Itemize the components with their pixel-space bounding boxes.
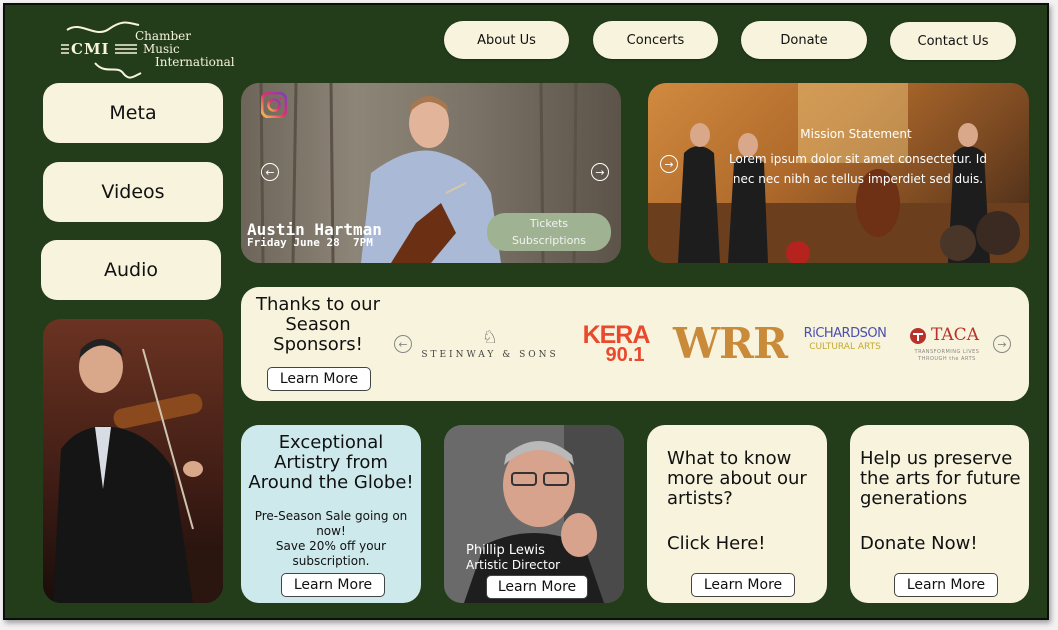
sponsors-learn-more-button[interactable]: Learn More <box>267 367 371 391</box>
logo-line-3: International <box>155 55 235 69</box>
artists-click-here-link[interactable]: Click Here! <box>667 533 766 554</box>
sponsors-heading: Thanks to our Season Sponsors! <box>241 294 395 356</box>
donate-heading: Help us preserve the arts for future gen… <box>860 448 1021 510</box>
promo-card: Exceptional Artistry from Around the Glo… <box>241 425 421 603</box>
director-learn-more-button[interactable]: Learn More <box>486 575 588 599</box>
richardson-text: RiCHARDSON <box>803 326 887 341</box>
violinist-photo <box>43 319 223 603</box>
kera-text: KERA <box>582 321 651 349</box>
violinist-figure-icon <box>43 319 223 603</box>
donate-card: Help us preserve the arts for future gen… <box>850 425 1029 603</box>
promo-discount-text: Save 20% off your subscription. <box>275 539 387 568</box>
cultural-arts-text: CULTURAL ARTS <box>809 341 881 352</box>
artists-card: What to know more about our artists? Cli… <box>647 425 827 603</box>
sponsors-next-arrow-icon[interactable]: → <box>993 335 1011 353</box>
nav-about-button[interactable]: About Us <box>444 21 569 59</box>
director-name: Phillip Lewis <box>466 543 545 558</box>
hero-tickets-button[interactable]: Tickets Subscriptions <box>487 213 611 251</box>
hero-prev-arrow-icon[interactable]: ← <box>261 163 279 181</box>
taca-tagline: TRANSFORMING LIVES THROUGH the ARTS <box>914 349 980 362</box>
sponsors-heading-line-3: Sponsors! <box>273 334 363 356</box>
richardson-logo[interactable]: RiCHARDSON CULTURAL ARTS <box>801 326 889 352</box>
artists-heading: What to know more about our artists? <box>667 448 807 510</box>
logo-line-1: Chamber <box>135 29 191 43</box>
promo-heading: Exceptional Artistry from Around the Glo… <box>248 432 414 494</box>
page-frame: CMI Chamber Music International About Us… <box>3 3 1049 620</box>
logo-abbr: CMI <box>71 40 110 58</box>
hero-carousel[interactable]: ← → Austin Hartman Friday June 28 7PM Ti… <box>241 83 621 263</box>
subscriptions-label: Subscriptions <box>511 234 587 247</box>
mission-statement-card: → Mission Statement Lorem ipsum dolor si… <box>648 83 1029 263</box>
mission-prev-arrow-icon[interactable]: → <box>660 155 678 173</box>
donate-learn-more-button[interactable]: Learn More <box>894 573 998 597</box>
sidebar-item-videos[interactable]: Videos <box>43 162 223 222</box>
director-title: Artistic Director <box>466 558 561 572</box>
sponsors-heading-line-1: Thanks to our <box>256 294 380 315</box>
taca-text: TACA <box>931 325 979 345</box>
steinway-text: STEINWAY & SONS <box>421 350 559 360</box>
mission-title: Mission Statement <box>800 127 912 141</box>
sponsors-heading-line-2: Season <box>285 314 351 336</box>
sponsors-section: Thanks to our Season Sponsors! Learn Mor… <box>241 287 1029 401</box>
sponsors-prev-arrow-icon[interactable]: ← <box>394 335 412 353</box>
nav-concerts-button[interactable]: Concerts <box>593 21 718 59</box>
kera-logo[interactable]: KERA 90.1 <box>580 321 652 366</box>
lyre-icon: ♘ <box>481 327 499 348</box>
tickets-label: Tickets <box>529 217 569 230</box>
cmi-logo[interactable]: CMI Chamber Music International <box>57 17 257 79</box>
promo-sale-text: Pre-Season Sale going on now! <box>254 509 408 538</box>
hero-next-arrow-icon[interactable]: → <box>591 163 609 181</box>
donate-now-link[interactable]: Donate Now! <box>860 533 978 554</box>
logo-line-2: Music <box>143 42 180 56</box>
taca-emblem-icon <box>910 328 926 344</box>
hero-performance-date: Friday June 28 7PM <box>247 236 373 249</box>
instagram-icon[interactable] <box>261 92 287 118</box>
sidebar-item-meta[interactable]: Meta <box>43 83 223 143</box>
steinway-logo[interactable]: ♘ STEINWAY & SONS <box>419 327 561 361</box>
sidebar-item-audio[interactable]: Audio <box>41 240 221 300</box>
nav-contact-button[interactable]: Contact Us <box>890 22 1016 60</box>
promo-learn-more-button[interactable]: Learn More <box>281 573 385 597</box>
nav-donate-button[interactable]: Donate <box>741 21 867 59</box>
artists-learn-more-button[interactable]: Learn More <box>691 573 795 597</box>
wrr-logo[interactable]: WRR <box>673 319 788 368</box>
mission-text: Lorem ipsum dolor sit amet consectetur. … <box>729 152 987 186</box>
director-card: Phillip Lewis Artistic Director Learn Mo… <box>444 425 624 603</box>
